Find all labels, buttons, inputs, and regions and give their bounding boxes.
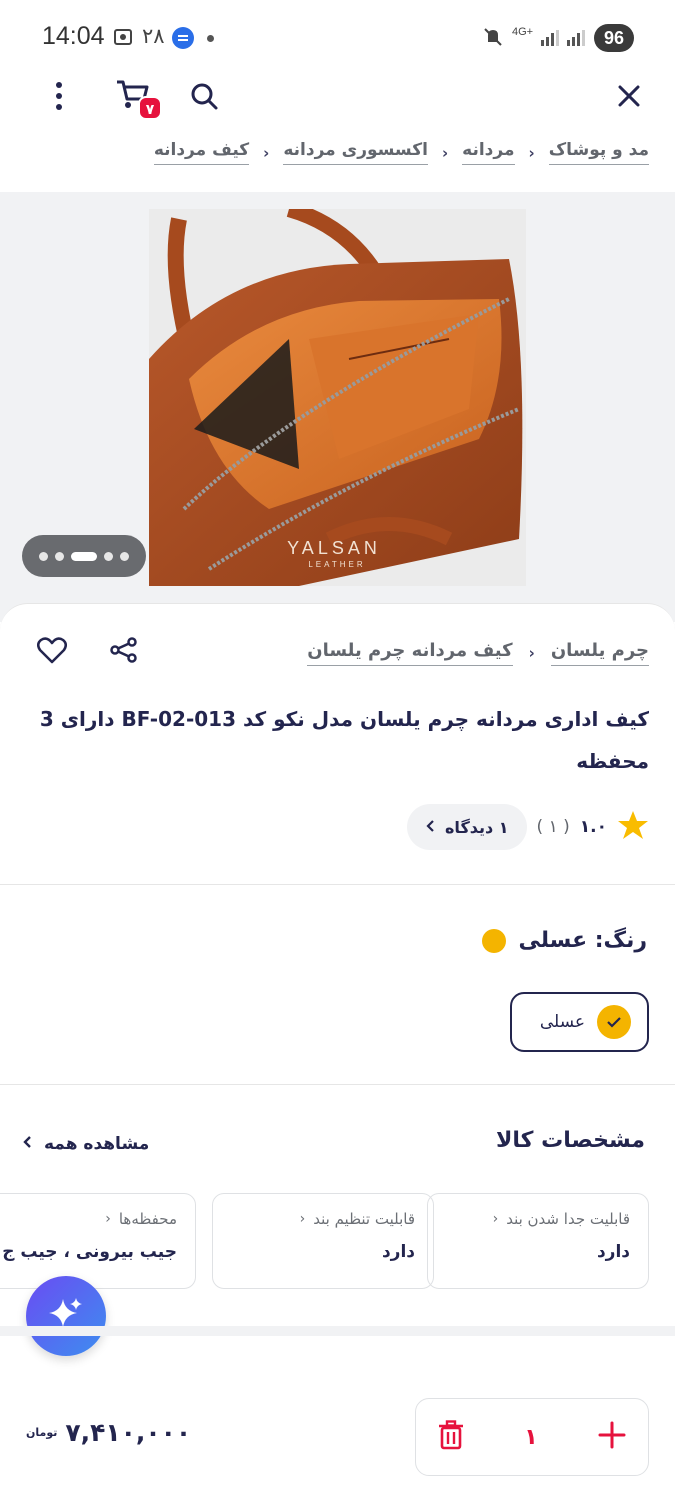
brand-breadcrumb: چرم یلسان ‹ کیف مردانه چرم یلسان [307, 640, 649, 666]
pager-dot [39, 551, 48, 561]
price-amount: ۷,۴۱۰,۰۰۰ [65, 1418, 192, 1447]
pager-dot-active [71, 551, 97, 561]
cart-button[interactable]: ۷ [108, 72, 162, 120]
color-option-label: عسلی [539, 1012, 585, 1032]
image-pager[interactable] [22, 535, 146, 577]
close-icon[interactable] [605, 72, 653, 120]
spec-card[interactable]: قابلیت تنظیم بند ‹ دارد [212, 1193, 434, 1289]
notification-count: ۲۸ [142, 24, 165, 48]
see-all-label: مشاهده همه [44, 1134, 150, 1154]
chevron-left-icon: ‹ [528, 143, 535, 162]
pager-dot [120, 551, 129, 561]
spec-value: دارد [381, 1242, 415, 1262]
spec-card[interactable]: محفظه‌ها ‹ جیب بیرونی ، جیب ج [0, 1193, 196, 1289]
spec-card[interactable]: قابلیت جدا شدن بند ‹ دارد [427, 1193, 649, 1289]
favorite-icon[interactable] [28, 626, 76, 674]
divider [0, 884, 675, 885]
product-image[interactable]: YALSAN LEATHER [149, 209, 526, 586]
spec-name: محفظه‌ها [118, 1210, 177, 1228]
specs-title: مشخصات کالا [495, 1128, 645, 1153]
chevron-left-icon: ‹ [492, 1211, 499, 1227]
search-icon[interactable] [180, 72, 228, 120]
ai-assistant-button[interactable] [26, 1276, 106, 1356]
spec-name: قابلیت جدا شدن بند [506, 1210, 630, 1228]
category-link[interactable]: کیف مردانه چرم یلسان [307, 640, 513, 666]
price-block: تومان ۷,۴۱۰,۰۰۰ [26, 1418, 191, 1447]
status-bar: 14:04 ۲۸ 4G+ 96 [0, 0, 675, 72]
product-card: چرم یلسان ‹ کیف مردانه چرم یلسان کیف ادا… [0, 603, 675, 1500]
pager-dot [104, 551, 113, 561]
chevron-left-icon [425, 818, 435, 837]
rating-row: ۱.۰ ( ۱ ) ۱ دیدگاه [406, 804, 649, 850]
product-gallery[interactable]: YALSAN LEATHER [0, 192, 675, 622]
chevron-left-icon: ‹ [263, 143, 270, 162]
network-type: 4G+ [512, 26, 534, 38]
app-notification-icon [172, 27, 194, 49]
section-separator [0, 1326, 675, 1336]
see-all-link[interactable]: مشاهده همه [22, 1134, 149, 1154]
brand-watermark: YALSAN [287, 538, 381, 558]
color-label-row: رنگ: عسلی [482, 928, 647, 953]
currency-label: تومان [26, 1426, 58, 1439]
breadcrumb-item[interactable]: مد و پوشاک [548, 140, 649, 165]
delete-icon[interactable] [438, 1420, 464, 1454]
rating-score: ۱.۰ [579, 817, 607, 837]
quantity-value: ۱ [524, 1424, 538, 1450]
rating-count: ( ۱ ) [536, 817, 570, 837]
reviews-label: ۱ دیدگاه [444, 817, 509, 837]
top-app-bar: ۷ [0, 72, 675, 132]
chevron-left-icon [22, 1134, 32, 1154]
plus-icon[interactable] [598, 1421, 626, 1453]
product-title: کیف اداری مردانه چرم یلسان مدل نکو کد BF… [39, 707, 649, 773]
check-icon [597, 1005, 631, 1039]
breadcrumb-item[interactable]: اکسسوری مردانه [283, 140, 428, 165]
pager-dot [55, 551, 64, 561]
breadcrumb: مد و پوشاک ‹ مردانه ‹ اکسسوری مردانه ‹ ک… [153, 140, 649, 165]
color-label: رنگ: عسلی [518, 928, 647, 953]
divider [0, 1084, 675, 1085]
chevron-left-icon: ‹ [441, 143, 449, 162]
mute-icon [482, 26, 504, 52]
spec-value: دارد [596, 1242, 630, 1262]
chevron-left-icon: ‹ [105, 1211, 111, 1227]
color-option[interactable]: عسلی [510, 992, 649, 1052]
spec-value: جیب بیرونی ، جیب ج [2, 1242, 177, 1262]
more-notifications-icon [207, 35, 214, 42]
breadcrumb-item[interactable]: مردانه [462, 140, 515, 165]
spec-name: قابلیت تنظیم بند [313, 1210, 415, 1228]
star-icon [617, 810, 649, 844]
breadcrumb-item[interactable]: کیف مردانه [153, 140, 250, 165]
signal-icon-2 [566, 28, 586, 52]
brand-link[interactable]: چرم یلسان [550, 640, 649, 666]
quantity-stepper: ۱ [415, 1398, 649, 1476]
screenshot-icon [112, 26, 134, 53]
reviews-button[interactable]: ۱ دیدگاه [406, 804, 527, 850]
signal-icon [540, 28, 560, 52]
more-menu-icon[interactable] [35, 72, 83, 120]
cart-count-badge: ۷ [138, 96, 162, 120]
chevron-left-icon: ‹ [528, 644, 535, 662]
chevron-left-icon: ‹ [299, 1211, 306, 1227]
status-time: 14:04 [42, 22, 105, 50]
brand-watermark-sub: LEATHER [308, 560, 365, 569]
color-swatch [482, 928, 507, 953]
share-icon[interactable] [100, 626, 148, 674]
battery-level: 96 [594, 24, 634, 52]
